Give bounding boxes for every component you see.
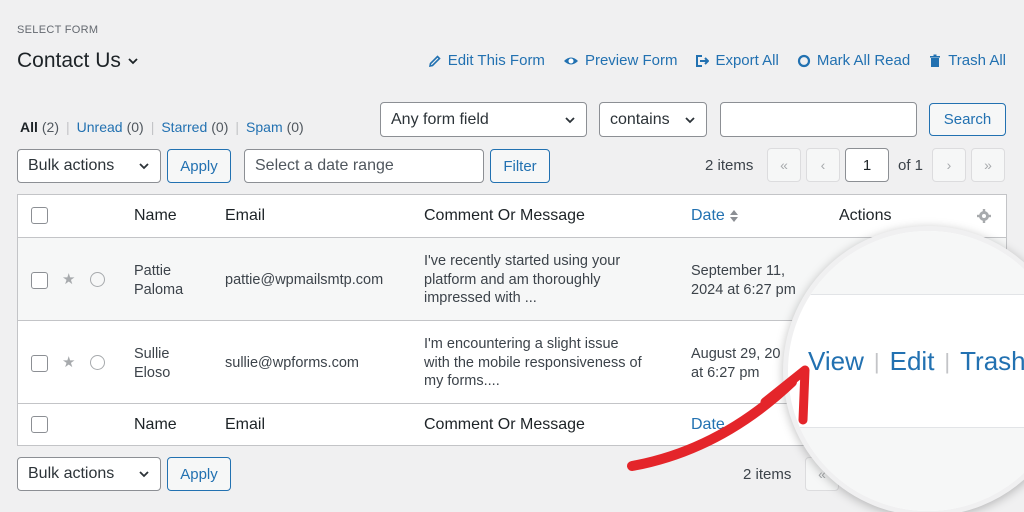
export-icon [696,54,710,67]
chevron-down-icon [128,58,138,65]
form-actions: Edit This Form Preview Form Export All M… [428,52,1006,69]
select-all-checkbox[interactable] [31,207,48,224]
trash-all-link[interactable]: Trash All [928,52,1006,69]
column-message: Comment Or Message [424,416,585,433]
next-page-button[interactable]: › [932,148,966,182]
column-email: Email [225,207,266,224]
filter-all[interactable]: All (2) [20,119,59,135]
column-email: Email [225,416,266,433]
column-name: Name [134,416,177,433]
entry-email: pattie@wpmailsmtp.com [225,272,384,288]
column-date-sort[interactable]: Date [691,207,739,225]
prev-page-button[interactable]: ‹ [806,148,840,182]
apply-button[interactable]: Apply [167,149,231,183]
entry-message: I've recently started using your platform… [424,253,621,306]
row-checkbox[interactable] [31,272,48,289]
trash-link[interactable]: Trash [960,346,1024,377]
chevron-down-icon [139,471,149,478]
edit-link[interactable]: Edit [890,346,935,377]
total-pages: of 1 [898,157,924,174]
edit-form-link[interactable]: Edit This Form [428,52,545,69]
search-operator-select[interactable]: contains [599,102,707,137]
filter-button[interactable]: Filter [490,149,550,183]
filter-unread[interactable]: Unread (0) [77,119,144,135]
circle-icon [797,54,810,67]
star-icon[interactable]: ★ [62,270,75,288]
row-actions: View | Edit | Trash [808,346,1024,377]
entry-name: Pattie Paloma [134,263,184,298]
column-actions: Actions [839,207,892,224]
entry-name: Sullie Eloso [134,346,171,381]
search-input[interactable] [720,102,917,137]
entry-date: August 29, 20 at 6:27 pm [691,346,781,381]
entry-message: I'm encountering a slight issue with the … [424,336,642,389]
select-all-checkbox[interactable] [31,416,48,433]
gear-icon[interactable] [976,208,992,224]
read-status-icon[interactable] [90,272,105,287]
current-page-input[interactable]: 1 [845,148,889,182]
mark-all-read-link[interactable]: Mark All Read [797,52,910,69]
bulk-actions-select-bottom[interactable]: Bulk actions [17,457,161,491]
column-name: Name [134,207,177,224]
view-link[interactable]: View [808,346,864,377]
read-status-icon[interactable] [90,355,105,370]
form-selector[interactable]: Contact Us [17,49,139,73]
date-range-input[interactable]: Select a date range [244,149,484,183]
actions-magnifier: View | Edit | Trash [783,226,1024,512]
last-page-button[interactable]: » [971,148,1005,182]
status-filters: All (2) | Unread (0) | Starred (0) | Spam (0… [20,119,304,135]
items-count: 2 items [705,157,754,174]
chevron-down-icon [565,116,575,123]
chevron-down-icon [139,163,149,170]
form-title: Contact Us [17,49,121,72]
column-date-sort[interactable]: Date [691,416,725,434]
bulk-actions-select[interactable]: Bulk actions [17,149,161,183]
filter-starred[interactable]: Starred (0) [161,119,228,135]
items-count-bottom: 2 items [743,466,792,483]
search-button[interactable]: Search [929,103,1006,136]
sort-icon [729,210,738,222]
search-field-select[interactable]: Any form field [380,102,587,137]
apply-button-bottom[interactable]: Apply [167,457,231,491]
eye-icon [563,57,578,64]
first-page-button[interactable]: « [767,148,801,182]
preview-form-link[interactable]: Preview Form [563,52,677,69]
trash-icon [930,54,941,67]
column-message: Comment Or Message [424,207,585,224]
star-icon[interactable]: ★ [62,353,75,371]
entry-email: sullie@wpforms.com [225,355,359,371]
export-all-link[interactable]: Export All [695,52,779,69]
chevron-down-icon [685,116,695,123]
pencil-icon [428,54,441,67]
row-checkbox[interactable] [31,355,48,372]
entry-date: September 11, 2024 at 6:27 pm [691,263,796,298]
select-form-label: SELECT FORM [17,24,99,36]
filter-spam[interactable]: Spam (0) [246,119,304,135]
